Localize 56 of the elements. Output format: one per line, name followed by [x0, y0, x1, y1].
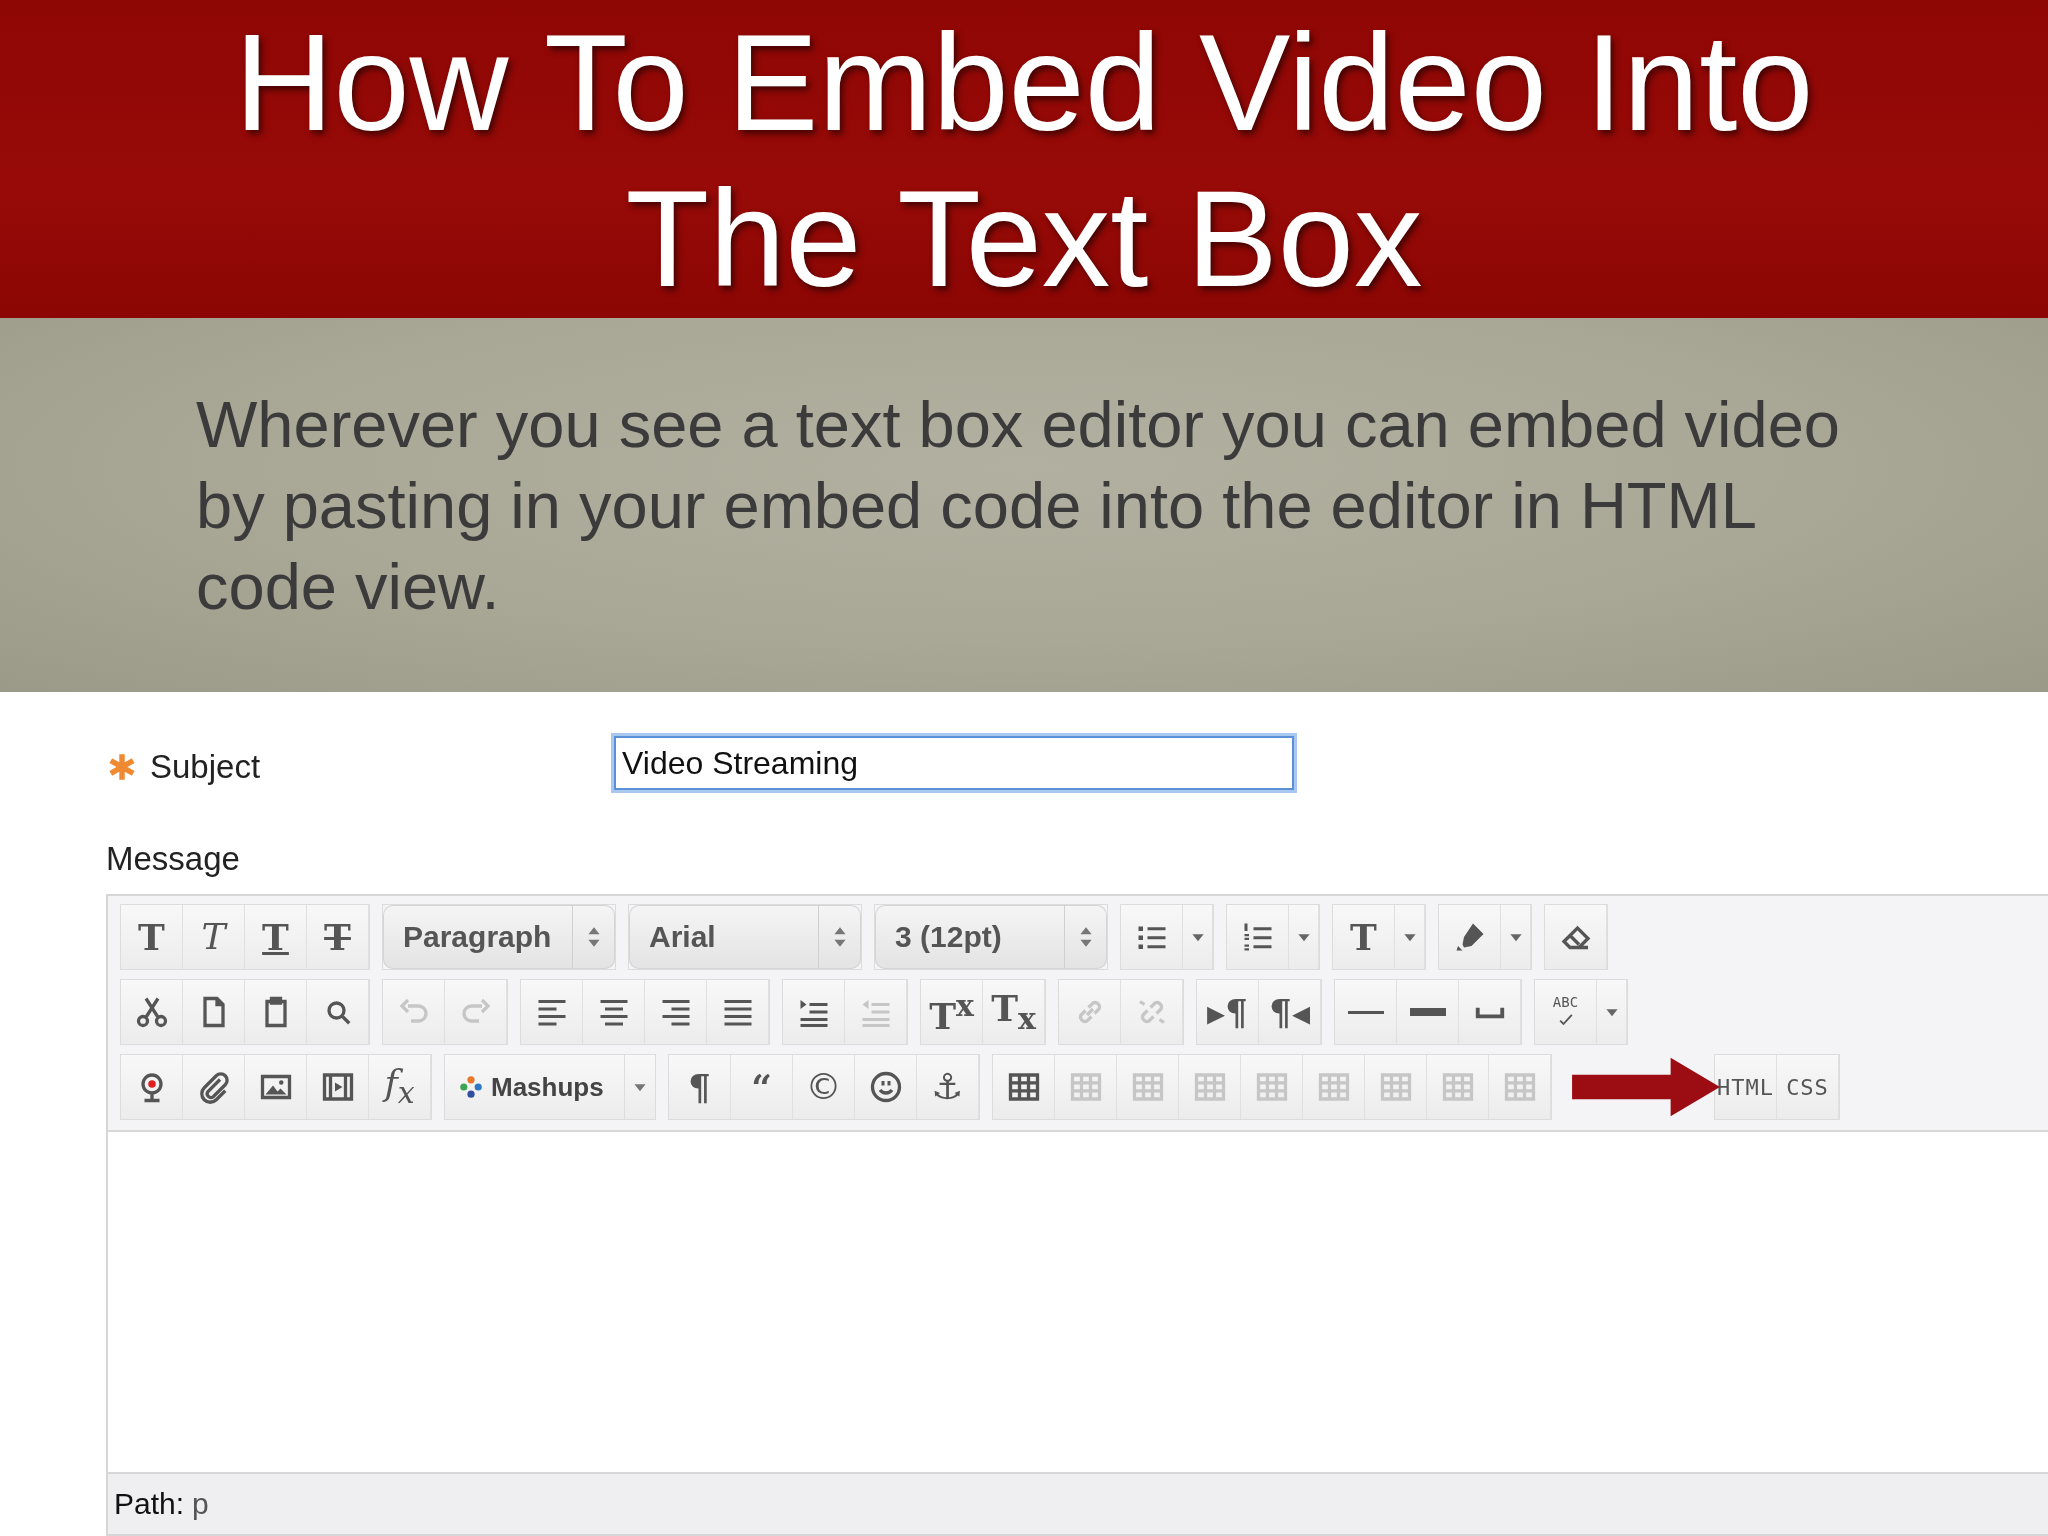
line-icon	[1347, 1009, 1384, 1015]
right-to-left-button[interactable]: ¶◂	[1259, 980, 1321, 1044]
mashups-dropdown[interactable]: Mashups	[445, 1055, 655, 1119]
view-mode-button[interactable]: CSS	[1777, 1055, 1839, 1119]
eraser-button[interactable]	[1545, 905, 1607, 969]
slide-title: The Text Box	[625, 161, 1423, 317]
table-button[interactable]	[993, 1055, 1055, 1119]
video-button[interactable]	[307, 1055, 369, 1119]
space-icon	[1473, 1005, 1506, 1019]
field-label: Subject	[150, 748, 261, 786]
justify-button[interactable]	[707, 980, 769, 1044]
quote-button[interactable]: “	[731, 1055, 793, 1119]
paste-button[interactable]	[245, 980, 307, 1044]
superscript-button[interactable]: T$^{x}$	[921, 980, 983, 1044]
numbered-list-button[interactable]	[1227, 905, 1289, 969]
search-button[interactable]	[307, 980, 369, 1044]
webcam-button[interactable]	[121, 1055, 183, 1119]
bold-button[interactable]: T	[121, 905, 183, 969]
slide-title: How To Embed Video Into	[234, 5, 1814, 161]
bullet-list-button[interactable]	[1121, 905, 1183, 969]
spellcheck-button[interactable]: ABC	[1535, 980, 1597, 1044]
thick-line-button[interactable]	[1397, 980, 1459, 1044]
view-mode-button[interactable]: HTML	[1715, 1055, 1777, 1119]
path-value: p	[192, 1487, 209, 1521]
text-color-button[interactable]: T	[1333, 905, 1395, 969]
strikethrough-button[interactable]: T	[307, 905, 369, 969]
align-left-button[interactable]	[521, 980, 583, 1044]
format-dropdown[interactable]: Arial	[629, 905, 861, 969]
indent-button[interactable]	[783, 980, 845, 1044]
formula-button[interactable]: f$_{x}$	[369, 1055, 431, 1119]
paragraph-button[interactable]: ¶	[669, 1055, 731, 1119]
emoticon-button[interactable]	[855, 1055, 917, 1119]
dropdown-arrow-button[interactable]	[1395, 905, 1425, 969]
format-dropdown[interactable]: 3 (12pt)	[875, 905, 1107, 969]
slide-text: Wherever you see a text box editor you can embed video by pasting in your embed code into the editor in HTML code view.	[196, 386, 1841, 625]
underline-button[interactable]: T	[245, 905, 307, 969]
image-button[interactable]	[245, 1055, 307, 1119]
subject-field[interactable]: Video Streaming	[614, 736, 1294, 790]
left-to-right-button[interactable]: ▸¶	[1197, 980, 1259, 1044]
field-label: Message	[106, 840, 241, 879]
anchor-button[interactable]: ⚓	[917, 1055, 979, 1119]
horizontal-line-button[interactable]	[1335, 980, 1397, 1044]
copyright-button[interactable]: ©	[793, 1055, 855, 1119]
cut-button[interactable]	[121, 980, 183, 1044]
dropdown-arrow-button[interactable]	[1597, 980, 1627, 1044]
format-dropdown[interactable]: Paragraph	[383, 905, 615, 969]
copy-button[interactable]	[183, 980, 245, 1044]
space-button[interactable]	[1459, 980, 1521, 1044]
attach-button[interactable]	[183, 1055, 245, 1119]
italic-button[interactable]: T	[183, 905, 245, 969]
mashups-icon	[459, 1075, 483, 1099]
align-center-button[interactable]	[583, 980, 645, 1044]
path-label: Path:	[114, 1487, 185, 1521]
highlight-button[interactable]	[1439, 905, 1501, 969]
align-right-button[interactable]	[645, 980, 707, 1044]
subscript-button[interactable]: T$_{x}$	[983, 980, 1045, 1044]
